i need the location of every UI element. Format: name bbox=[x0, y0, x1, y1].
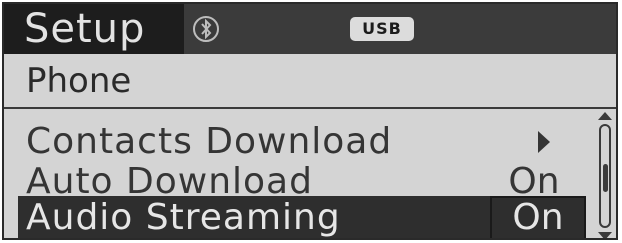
mode-title[interactable]: Setup bbox=[4, 4, 184, 54]
display-screen: Setup USB Phone Contacts Download Auto D… bbox=[2, 2, 618, 240]
status-bar: Setup USB bbox=[4, 4, 616, 54]
menu-item-label: Audio Streaming bbox=[26, 197, 341, 238]
page-title: Phone bbox=[4, 54, 616, 109]
chevron-right-icon bbox=[538, 131, 550, 153]
scrollbar[interactable] bbox=[594, 112, 616, 238]
scroll-thumb[interactable] bbox=[603, 164, 608, 192]
usb-badge: USB bbox=[350, 17, 414, 41]
menu-item-value[interactable]: On bbox=[496, 196, 580, 238]
bluetooth-icon bbox=[193, 16, 219, 42]
scroll-track[interactable] bbox=[599, 124, 611, 228]
menu-item-audio-streaming[interactable]: Audio Streaming On bbox=[4, 196, 588, 238]
scroll-down-arrow-icon[interactable] bbox=[598, 232, 612, 238]
scroll-up-arrow-icon[interactable] bbox=[598, 112, 612, 120]
